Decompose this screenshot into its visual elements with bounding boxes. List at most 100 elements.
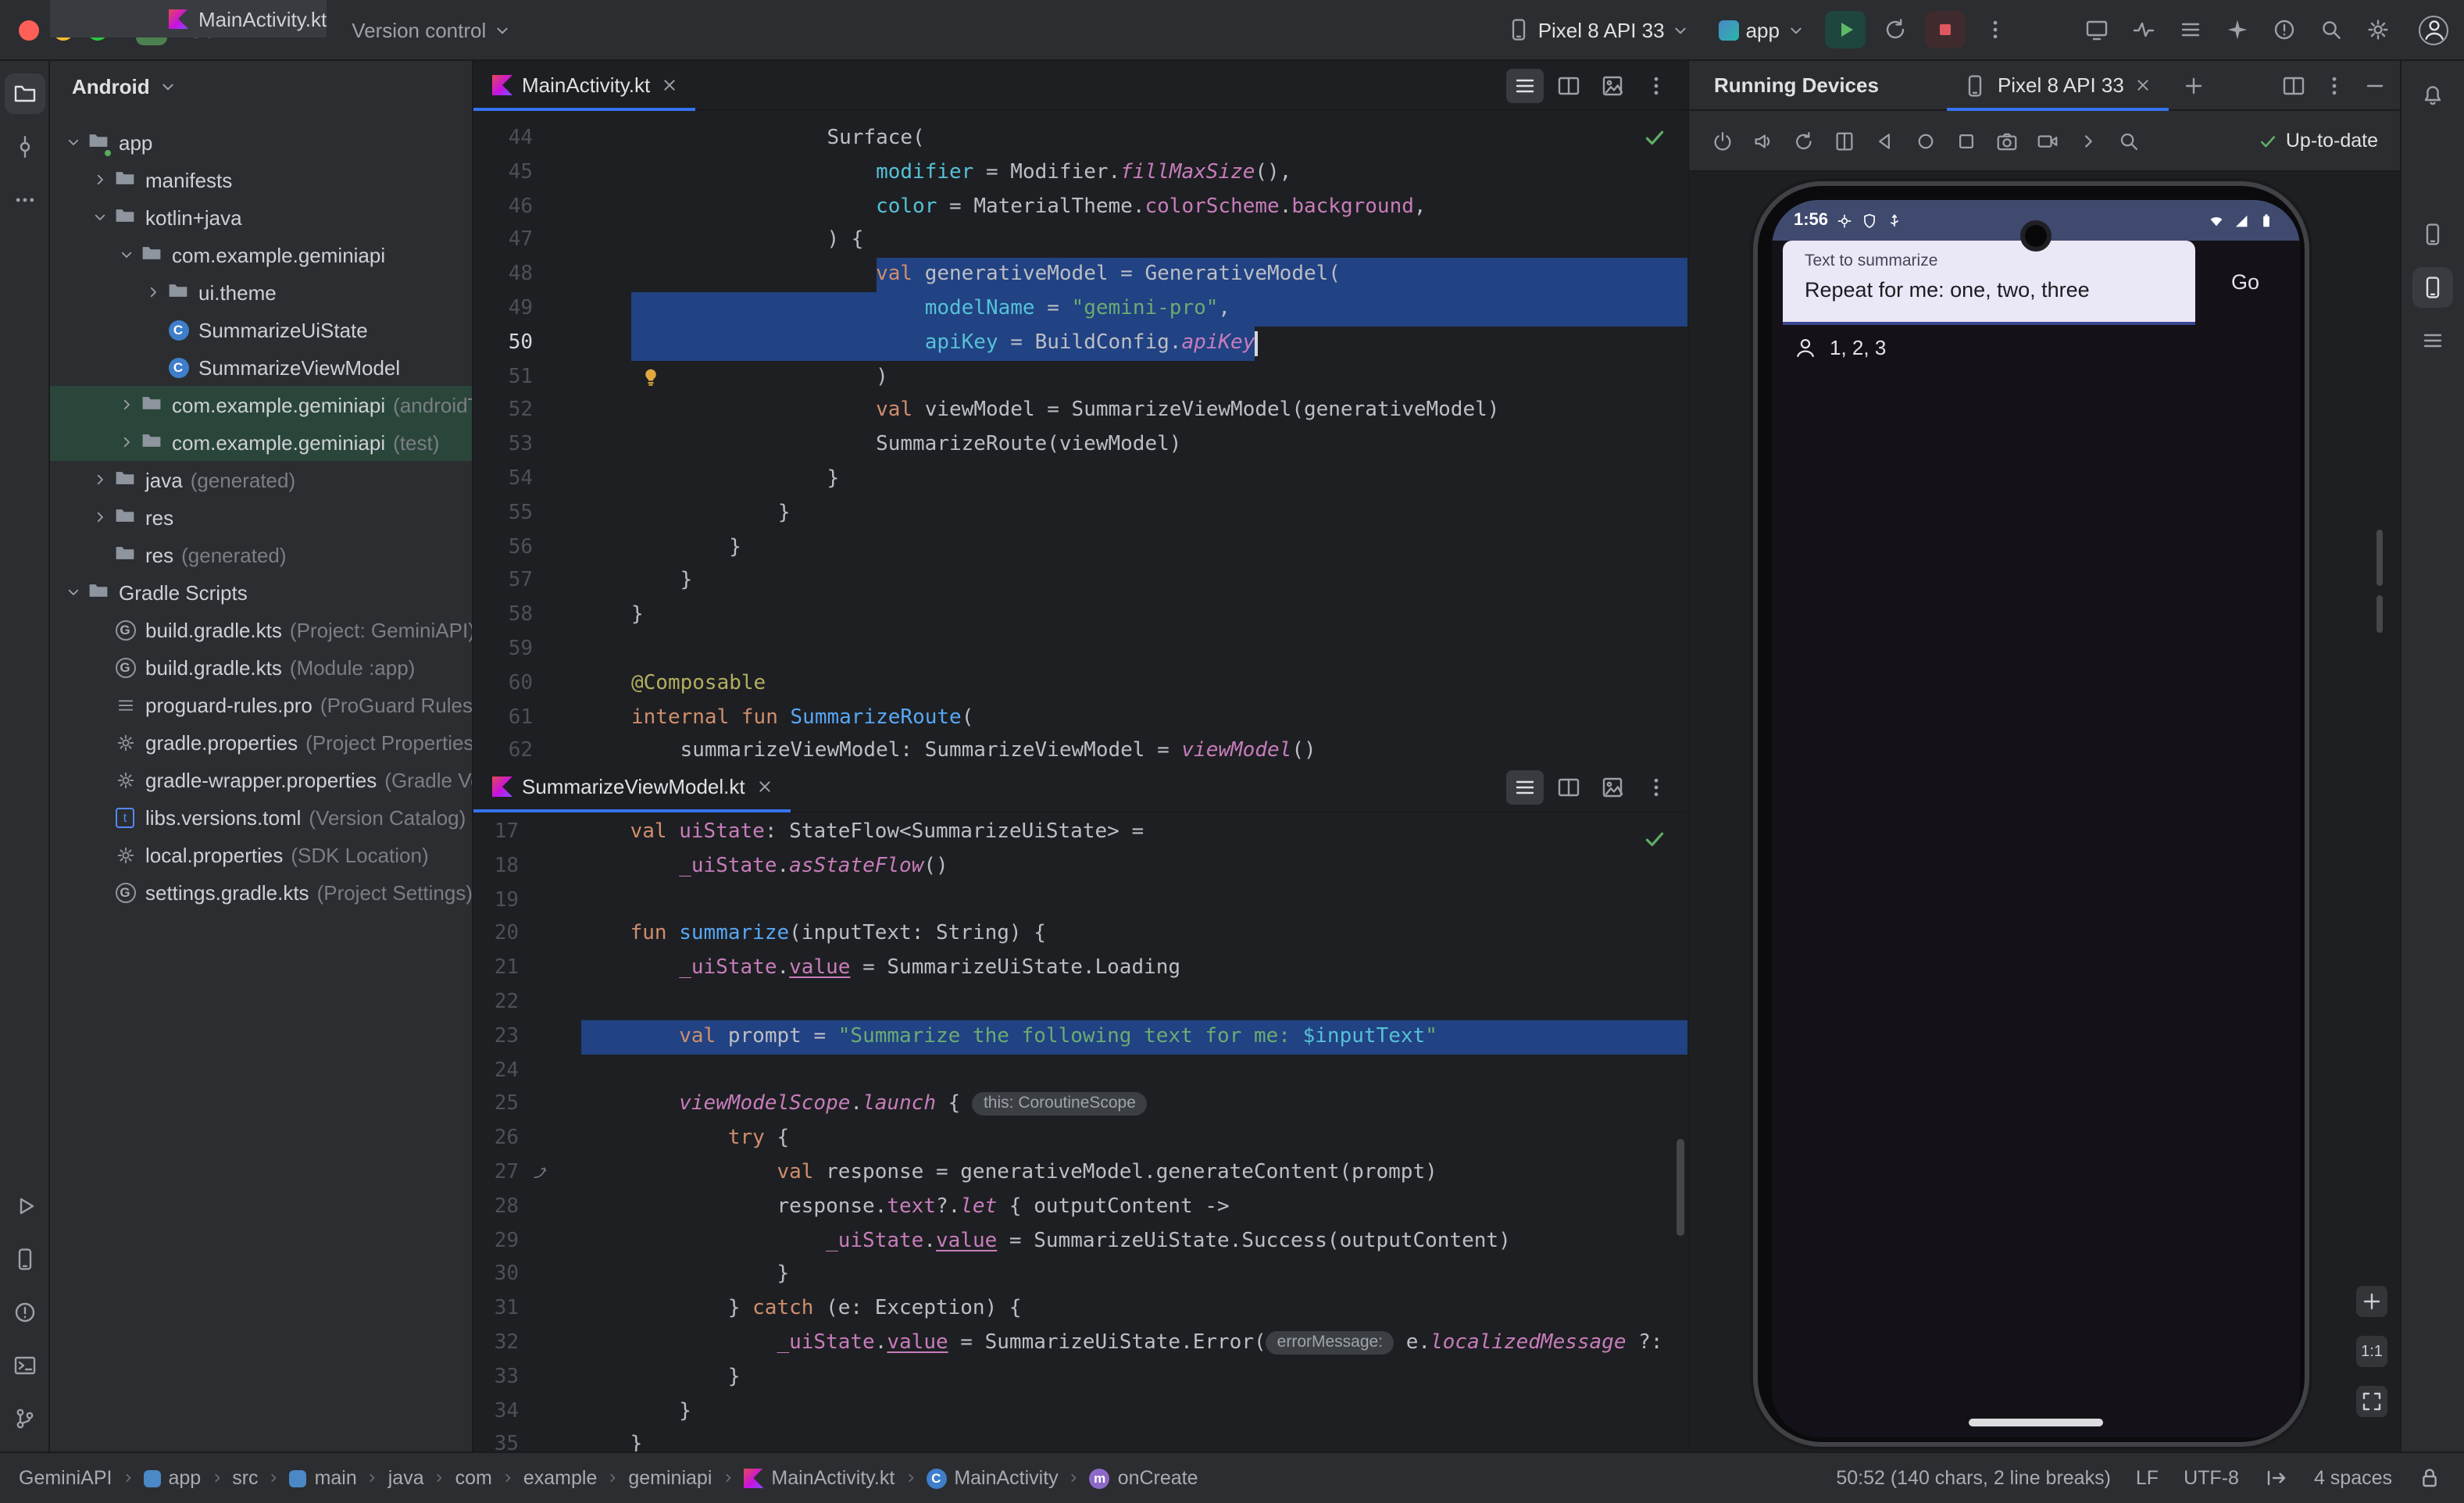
tree-item-com-example-geminiapi-androidtest[interactable]: com.example.geminiapi(androidTest) bbox=[50, 386, 472, 423]
power-icon[interactable] bbox=[1711, 129, 1734, 152]
code-line-54[interactable]: } bbox=[631, 462, 1687, 497]
settings-icon[interactable] bbox=[2366, 17, 2391, 42]
more-actions-icon[interactable] bbox=[2077, 129, 2100, 152]
code-line-45[interactable]: modifier = Modifier.fillMaxSize(), bbox=[631, 156, 1687, 191]
run-tool-icon[interactable] bbox=[4, 1186, 45, 1226]
tab-pixel-8-api-33[interactable]: Pixel 8 API 33 bbox=[1948, 60, 2169, 110]
tree-item-settings-gradle-kts-project-settings[interactable]: Gsettings.gradle.kts(Project Settings) bbox=[50, 873, 472, 911]
close-window-button[interactable] bbox=[19, 20, 39, 40]
tree-item-app[interactable]: app bbox=[50, 123, 472, 161]
gesture-navigation-pill[interactable] bbox=[1969, 1419, 2103, 1426]
version-control-tool-icon[interactable] bbox=[4, 1398, 45, 1439]
gemini-icon[interactable] bbox=[2225, 17, 2250, 42]
zoom-actual-button[interactable]: 1:1 bbox=[2356, 1336, 2387, 1367]
caret-position-widget[interactable]: 50:52 (140 chars, 2 line breaks) bbox=[1836, 1467, 2111, 1489]
line-number[interactable]: 55 bbox=[473, 497, 533, 531]
code-line-33[interactable]: } bbox=[581, 1361, 1687, 1395]
split-panel-icon[interactable] bbox=[2281, 73, 2306, 98]
breadcrumb-item-geminiapi[interactable]: GeminiAPI bbox=[19, 1467, 112, 1489]
emulator-screen[interactable]: 1:56 Text to summarize Repeat for me: on… bbox=[1772, 200, 2300, 1437]
code-editor[interactable]: 44454647484950515253545556575859606162 S… bbox=[473, 111, 1687, 762]
code-line-31[interactable]: } catch (e: Exception) { bbox=[581, 1292, 1687, 1326]
volume-icon[interactable] bbox=[1752, 129, 1775, 152]
project-view-selector[interactable]: Android bbox=[50, 61, 472, 111]
code-line-50[interactable]: apiKey = BuildConfig.apiKey bbox=[631, 327, 1687, 361]
code-line-22[interactable] bbox=[581, 986, 1687, 1020]
tree-item-summarizeviewmodel[interactable]: CSummarizeViewModel bbox=[50, 348, 472, 386]
code-line-47[interactable]: ) { bbox=[631, 224, 1687, 259]
code-line-58[interactable]: } bbox=[631, 598, 1687, 633]
line-number[interactable]: 52 bbox=[473, 394, 533, 429]
ai-actions-icon[interactable] bbox=[2131, 17, 2156, 42]
search-everywhere-icon[interactable] bbox=[2319, 17, 2344, 42]
tree-item-com-example-geminiapi-test[interactable]: com.example.geminiapi(test) bbox=[50, 423, 472, 461]
line-number[interactable]: 22 bbox=[473, 986, 519, 1020]
line-number[interactable]: 57 bbox=[473, 565, 533, 599]
code-line-51[interactable]: ) bbox=[631, 360, 1687, 394]
code-view-button[interactable] bbox=[1506, 68, 1544, 102]
line-number[interactable]: 27 bbox=[473, 1156, 519, 1191]
rotate-icon[interactable] bbox=[1792, 129, 1816, 152]
tree-item-java-generated[interactable]: java(generated) bbox=[50, 461, 472, 498]
line-number[interactable]: 25 bbox=[473, 1088, 519, 1123]
readonly-lock-icon[interactable] bbox=[2417, 1466, 2442, 1491]
line-number[interactable]: 29 bbox=[473, 1224, 519, 1258]
terminal-tool-icon[interactable] bbox=[4, 1345, 45, 1386]
indent-style-icon[interactable] bbox=[2264, 1466, 2289, 1491]
tree-item-kotlin-java[interactable]: kotlin+java bbox=[50, 198, 472, 236]
tree-item-gradle-scripts[interactable]: Gradle Scripts bbox=[50, 573, 472, 611]
line-number[interactable]: 19 bbox=[473, 884, 519, 918]
device-manager-icon[interactable] bbox=[2412, 214, 2453, 255]
line-number[interactable]: 24 bbox=[473, 1054, 519, 1088]
code-line-60[interactable]: @Composable bbox=[631, 667, 1687, 702]
line-number[interactable]: 56 bbox=[473, 530, 533, 565]
line-number[interactable]: 54 bbox=[473, 462, 533, 497]
line-number[interactable]: 32 bbox=[473, 1326, 519, 1361]
code-line-28[interactable]: response.text?.let { outputContent -> bbox=[581, 1191, 1687, 1225]
breadcrumb-item-app[interactable]: app bbox=[144, 1467, 202, 1489]
line-number[interactable]: 33 bbox=[473, 1361, 519, 1395]
tab-main-activity[interactable]: MainActivity.kt bbox=[473, 60, 695, 110]
tree-item-build-gradle-kts-project-geminiapi[interactable]: Gbuild.gradle.kts(Project: GeminiAPI) bbox=[50, 611, 472, 648]
line-number[interactable]: 49 bbox=[473, 292, 533, 327]
notifications-icon[interactable] bbox=[2412, 73, 2453, 114]
tree-item-res-generated[interactable]: res(generated) bbox=[50, 536, 472, 573]
code-line-32[interactable]: _uiState.value = SummarizeUiState.Error(… bbox=[581, 1326, 1687, 1361]
tree-item-proguard-rules-pro-proguard-rules-for-app[interactable]: proguard-rules.pro(ProGuard Rules for ap… bbox=[50, 686, 472, 723]
code-line-30[interactable]: } bbox=[581, 1258, 1687, 1293]
design-view-button[interactable] bbox=[1594, 769, 1631, 804]
inspections-ok-icon[interactable] bbox=[1642, 826, 1667, 851]
breadcrumb-item-example[interactable]: example bbox=[523, 1467, 598, 1489]
home-icon[interactable] bbox=[1914, 129, 1937, 152]
code-line-27[interactable]: val response = generativeModel.generateC… bbox=[581, 1156, 1687, 1191]
more-tools-icon[interactable] bbox=[4, 180, 45, 220]
overview-icon[interactable] bbox=[1955, 129, 1978, 152]
profiler-icon[interactable] bbox=[2272, 17, 2297, 42]
line-ending-widget[interactable]: LF bbox=[2136, 1467, 2159, 1489]
tree-item-res[interactable]: res bbox=[50, 498, 472, 536]
line-number[interactable]: 35 bbox=[473, 1429, 519, 1451]
breadcrumb-item-geminiapi[interactable]: geminiapi bbox=[628, 1467, 712, 1489]
tree-item-local-properties-sdk-location[interactable]: local.properties(SDK Location) bbox=[50, 836, 472, 873]
version-control-menu[interactable]: Version control bbox=[342, 13, 522, 46]
run-button[interactable] bbox=[1825, 11, 1866, 48]
tree-item-ui-theme[interactable]: ui.theme bbox=[50, 273, 472, 311]
code-line-19[interactable] bbox=[581, 884, 1687, 918]
code-line-46[interactable]: color = MaterialTheme.colorScheme.backgr… bbox=[631, 190, 1687, 224]
close-icon[interactable] bbox=[755, 776, 775, 797]
user-avatar[interactable] bbox=[2419, 15, 2448, 45]
breadcrumb-item-java[interactable]: java bbox=[388, 1467, 424, 1489]
line-number[interactable]: 47 bbox=[473, 224, 533, 259]
breadcrumb-item-mainactivity-kt[interactable]: MainActivity.kt bbox=[743, 1467, 895, 1489]
logcat-icon[interactable] bbox=[2412, 320, 2453, 361]
indent-widget[interactable]: 4 spaces bbox=[2314, 1467, 2392, 1489]
hide-panel-icon[interactable] bbox=[2362, 73, 2387, 98]
code-line-18[interactable]: _uiState.asStateFlow() bbox=[581, 850, 1687, 884]
line-number[interactable]: 26 bbox=[473, 1122, 519, 1156]
code-line-53[interactable]: SummarizeRoute(viewModel) bbox=[631, 428, 1687, 462]
code-line-48[interactable]: val generativeModel = GenerativeModel( bbox=[631, 258, 1687, 292]
breadcrumb-item-main[interactable]: main bbox=[290, 1467, 357, 1489]
code-line-24[interactable] bbox=[581, 1054, 1687, 1088]
code-line-44[interactable]: Surface( bbox=[631, 122, 1687, 156]
stop-button[interactable] bbox=[1925, 11, 1966, 48]
